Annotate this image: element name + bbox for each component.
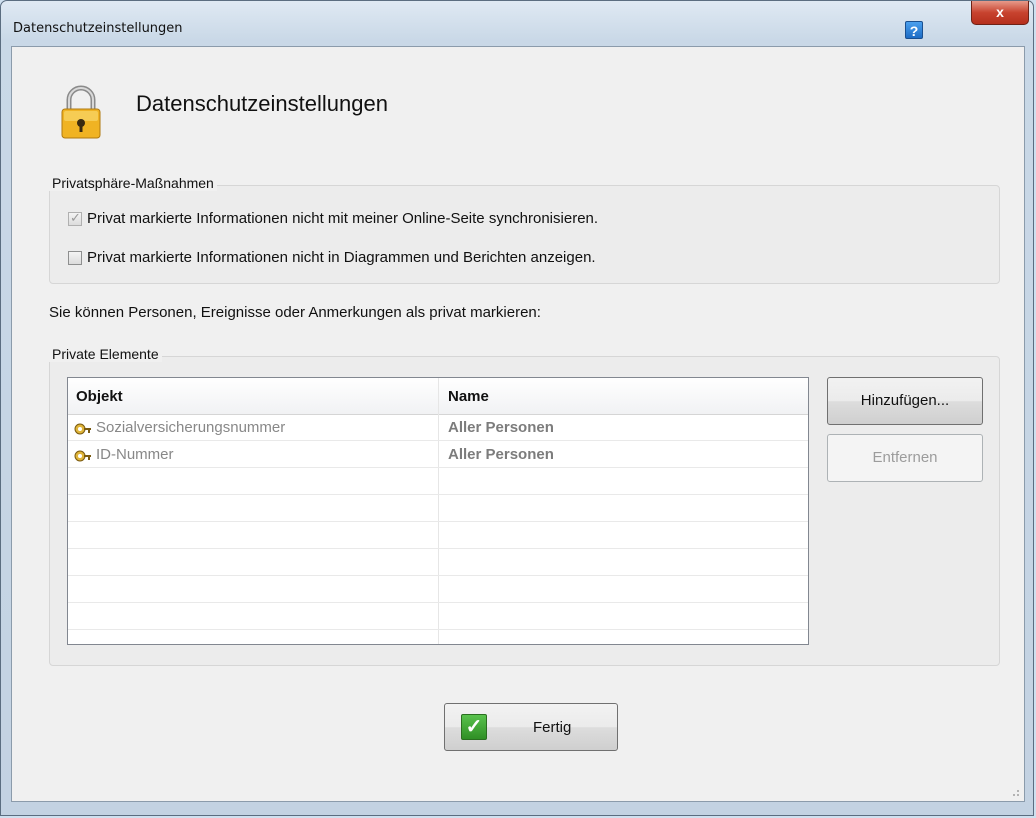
sync-private-label: Privat markierte Informationen nicht mit…: [87, 210, 599, 227]
private-elements-list[interactable]: Objekt Name Sozialversicherungsnummer Al…: [67, 377, 809, 645]
table-row[interactable]: Sozialversicherungsnummer Aller Personen: [68, 414, 808, 441]
empty-row: [68, 630, 808, 644]
empty-row: [68, 549, 808, 576]
add-button[interactable]: Hinzufügen...: [827, 377, 983, 425]
empty-row: [68, 495, 808, 522]
table-row[interactable]: ID-Nummer Aller Personen: [68, 441, 808, 468]
row-name-cell: Aller Personen: [448, 419, 554, 436]
privacy-measures-group: [49, 185, 1000, 284]
remove-button[interactable]: Entfernen: [827, 434, 983, 482]
hide-in-charts-checkbox[interactable]: [68, 250, 82, 265]
sync-private-option[interactable]: Privat markierte Informationen nicht mit…: [68, 210, 598, 227]
done-button-label: Fertig: [533, 719, 572, 736]
empty-row: [68, 576, 808, 603]
dialog-content: Datenschutzeinstellungen Privatsphäre-Ma…: [11, 46, 1025, 802]
description-text: Sie können Personen, Ereignisse oder Anm…: [49, 304, 541, 321]
hide-in-charts-label: Privat markierte Informationen nicht in …: [87, 249, 596, 266]
lock-icon: [61, 85, 101, 139]
column-header-name[interactable]: Name: [448, 388, 489, 405]
row-object-label: ID-Nummer: [96, 446, 174, 463]
row-object-cell: Sozialversicherungsnummer: [74, 419, 285, 436]
checkmark-icon: ✓: [461, 714, 487, 740]
close-button[interactable]: x: [971, 1, 1029, 25]
row-object-cell: ID-Nummer: [74, 446, 174, 463]
page-title: Datenschutzeinstellungen: [136, 91, 388, 116]
help-button[interactable]: ?: [905, 21, 923, 39]
privacy-measures-legend: Privatsphäre-Maßnahmen: [49, 175, 217, 191]
row-name-cell: Aller Personen: [448, 446, 554, 463]
title-bar: Datenschutzeinstellungen ? x: [1, 1, 1035, 41]
resize-grip-icon[interactable]: [1010, 787, 1020, 797]
empty-row: [68, 468, 808, 495]
done-button[interactable]: ✓ Fertig: [444, 703, 618, 751]
hide-in-charts-option[interactable]: Privat markierte Informationen nicht in …: [68, 249, 596, 266]
key-icon: [74, 423, 91, 434]
row-object-label: Sozialversicherungsnummer: [96, 419, 286, 436]
key-icon: [74, 450, 91, 461]
column-header-object[interactable]: Objekt: [76, 388, 123, 405]
private-elements-legend: Private Elemente: [49, 346, 162, 362]
empty-row: [68, 603, 808, 630]
empty-row: [68, 522, 808, 549]
sync-private-checkbox[interactable]: [68, 210, 82, 226]
dialog-window: Datenschutzeinstellungen ? x Datenschutz…: [0, 0, 1034, 816]
window-title: Datenschutzeinstellungen: [13, 21, 183, 36]
